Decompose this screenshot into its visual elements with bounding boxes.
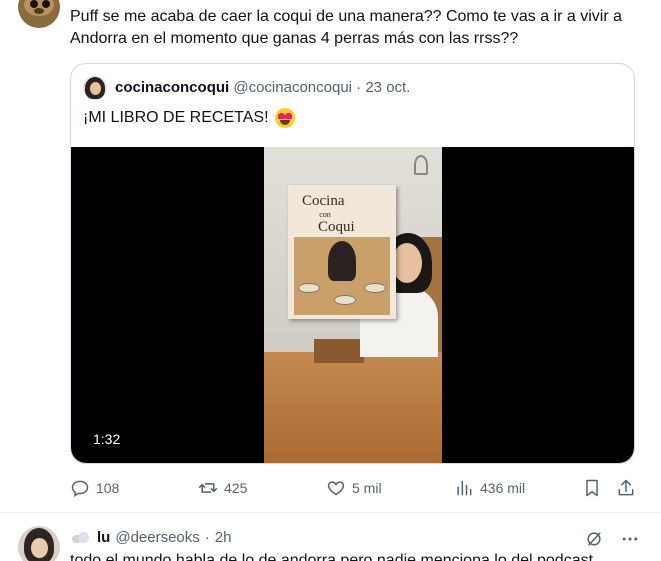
video-frame: Cocina con Coqui <box>264 147 442 463</box>
quoted-text: ¡MI LIBRO DE RECETAS! <box>83 109 269 126</box>
reply-author-avatar[interactable] <box>18 526 60 561</box>
reply-icon <box>70 478 90 498</box>
tweet-divider <box>0 512 661 513</box>
quoted-handle[interactable]: @cocinaconcoqui <box>233 79 352 96</box>
reply-count: 108 <box>96 480 120 496</box>
author-avatar[interactable] <box>18 0 60 28</box>
cabinet-shape <box>314 339 364 363</box>
reply-handle[interactable]: @deerseoks <box>115 529 199 546</box>
like-count: 5 mil <box>352 480 382 496</box>
tweet-text: Puff se me acaba de caer la coqui de una… <box>70 8 623 47</box>
more-options-icon[interactable] <box>620 529 640 549</box>
reply-time[interactable]: 2h <box>215 529 232 546</box>
avatar-face <box>90 82 101 95</box>
reply-separator: · <box>204 529 210 546</box>
share-icon <box>616 478 636 498</box>
avatar-eye <box>30 0 38 8</box>
quoted-separator: · <box>356 79 362 96</box>
bookmark-button[interactable] <box>582 478 602 498</box>
quoted-header: cocinaconcoqui @cocinaconcoqui · 23 oct. <box>115 79 410 96</box>
quoted-text-row: ¡MI LIBRO DE RECETAS! <box>83 108 295 128</box>
bookmark-icon <box>582 478 602 498</box>
quoted-avatar[interactable] <box>83 76 107 100</box>
video-player[interactable]: Cocina con Coqui 1:32 <box>71 147 634 463</box>
book-photo <box>294 237 390 315</box>
quoted-name[interactable]: cocinaconcoqui <box>115 79 229 96</box>
grok-icon[interactable] <box>584 529 604 549</box>
heart-icon <box>326 478 346 498</box>
avatar-eye <box>42 0 50 8</box>
share-button[interactable] <box>616 478 636 498</box>
book-cover: Cocina con Coqui <box>288 185 396 319</box>
retweet-icon <box>198 478 218 498</box>
views-count: 436 mil <box>480 480 526 496</box>
table-shape <box>264 352 442 463</box>
views-chart-icon <box>454 478 474 498</box>
heart-eyes-emoji-icon <box>274 108 295 128</box>
retweet-button[interactable]: 425 <box>198 478 247 498</box>
avatar-face <box>31 538 48 558</box>
reply-name[interactable]: lu <box>97 529 110 546</box>
quoted-tweet[interactable]: cocinaconcoqui @cocinaconcoqui · 23 oct.… <box>70 63 635 464</box>
reply-header: lu @deerseoks · 2h <box>70 529 231 546</box>
action-bar: 108 425 5 mil 436 mil <box>70 478 640 500</box>
person-face <box>392 243 422 283</box>
reply-button[interactable]: 108 <box>70 478 119 498</box>
reply-text: todo el mundo habla de lo de andorra per… <box>70 552 594 561</box>
book-title: Cocina con Coqui <box>302 193 355 235</box>
video-duration: 1:32 <box>93 431 121 447</box>
avatar-nose <box>34 8 44 14</box>
views-button[interactable]: 436 mil <box>454 478 525 498</box>
lamp-shape <box>414 155 428 175</box>
retweet-count: 425 <box>224 480 248 496</box>
like-button[interactable]: 5 mil <box>326 478 382 498</box>
quoted-date[interactable]: 23 oct. <box>365 79 410 96</box>
cloud-emoji-icon <box>70 531 92 545</box>
reply-header-icons <box>584 529 640 549</box>
